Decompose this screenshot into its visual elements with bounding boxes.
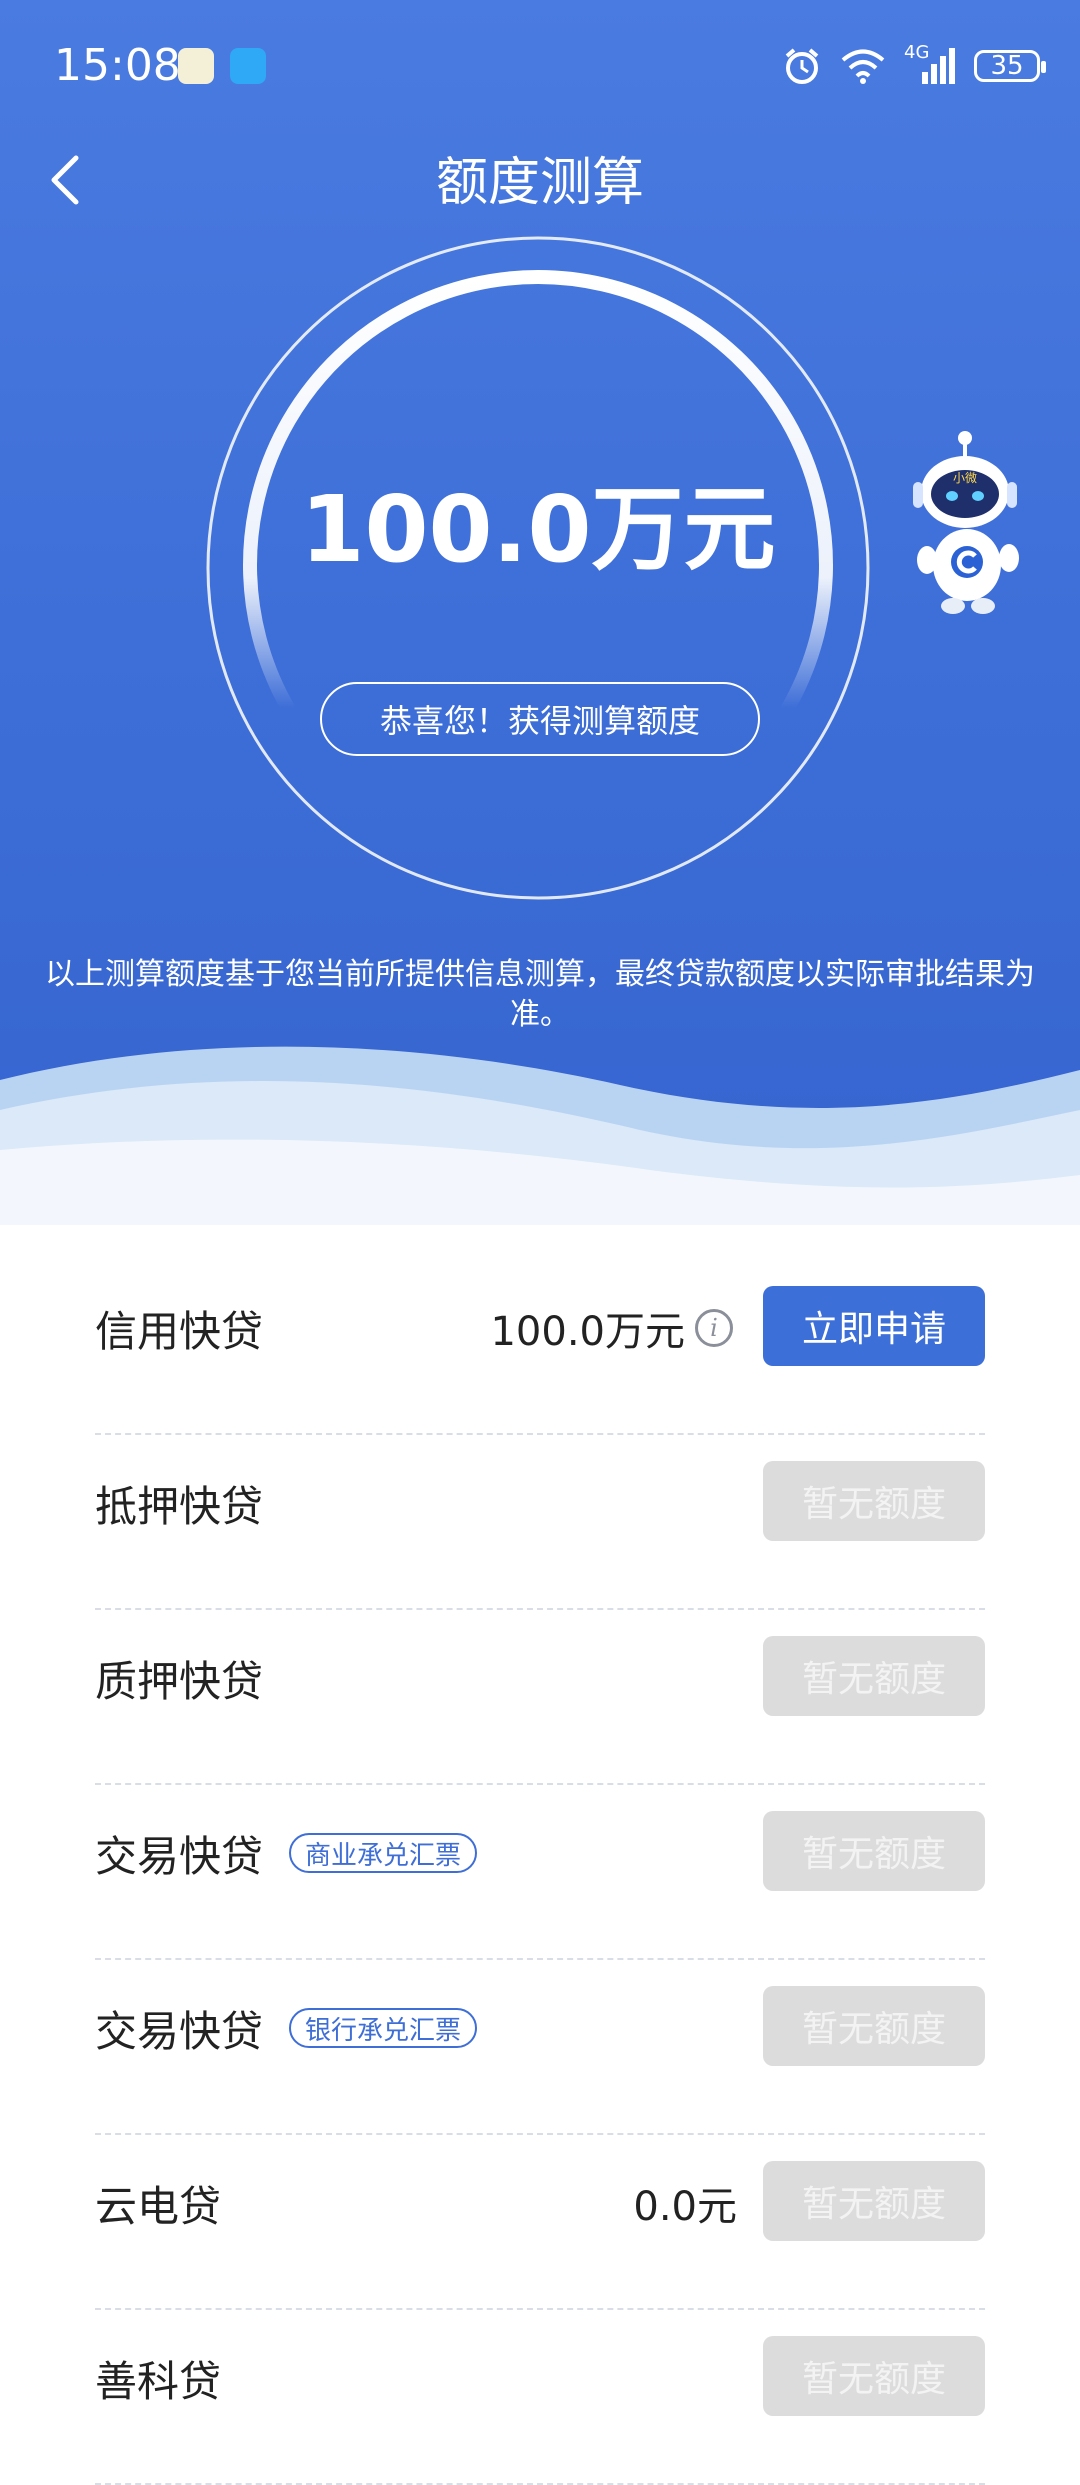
- battery-level: 35: [990, 51, 1024, 81]
- wifi-icon: [841, 49, 885, 84]
- product-name: 云电贷: [95, 2181, 222, 2231]
- congrats-badge: 恭喜您！获得测算额度: [320, 682, 760, 756]
- product-name: 质押快贷: [95, 1656, 264, 1706]
- no-quota-button: 暂无额度: [763, 2336, 985, 2416]
- page-title: 额度测算: [435, 153, 644, 213]
- quota-amount: 100.0万元: [300, 476, 776, 583]
- product-name: 信用快贷: [95, 1306, 264, 1356]
- list-item: 抵押快贷 暂无额度: [95, 1435, 985, 1610]
- list-item: 交易快贷 银行承兑汇票 暂无额度: [95, 1960, 985, 2135]
- list-item: 交易快贷 商业承兑汇票 暂无额度: [95, 1785, 985, 1960]
- alarm-icon: [785, 48, 819, 84]
- mascot-label: 小微: [953, 471, 977, 485]
- product-tag: 银行承兑汇票: [289, 2008, 478, 2048]
- no-quota-button: 暂无额度: [763, 1986, 985, 2066]
- product-name: 抵押快贷: [95, 1481, 264, 1531]
- cellular-signal-icon: 4G: [904, 42, 956, 86]
- list-item: 云电贷 0.0元 暂无额度: [95, 2135, 985, 2310]
- product-list: 信用快贷 100.0万元 i 立即申请 抵押快贷 暂无额度 质押快贷 暂无额度 交…: [95, 1260, 985, 2485]
- disclaimer-text: 以上测算额度基于您当前所提供信息测算，最终贷款额度以实际审批结果为准。: [45, 957, 1035, 1032]
- no-quota-button: 暂无额度: [763, 1811, 985, 1891]
- app-notification-icon: [178, 48, 214, 84]
- battery-indicator: 35: [974, 50, 1046, 82]
- status-time: 15:08: [54, 40, 181, 91]
- wave-decoration: [0, 1046, 1080, 1260]
- product-name: 善科贷: [95, 2356, 222, 2406]
- no-quota-button: 暂无额度: [763, 1636, 985, 1716]
- apply-button[interactable]: 立即申请: [763, 1286, 985, 1366]
- no-quota-button: 暂无额度: [763, 1461, 985, 1541]
- product-value: 0.0元: [633, 2184, 737, 2230]
- status-bar: 15:08 4G 35: [0, 0, 1080, 130]
- list-item: 善科贷 暂无额度: [95, 2310, 985, 2485]
- list-item: 质押快贷 暂无额度: [95, 1610, 985, 1785]
- product-name: 交易快贷: [95, 2006, 264, 2056]
- product-value: 100.0万元: [490, 1309, 685, 1355]
- list-item: 信用快贷 100.0万元 i 立即申请: [95, 1260, 985, 1435]
- product-name: 交易快贷: [95, 1831, 264, 1881]
- message-notification-icon: [230, 48, 266, 84]
- info-icon[interactable]: i: [695, 1309, 733, 1347]
- product-tag: 商业承兑汇票: [289, 1833, 478, 1873]
- no-quota-button: 暂无额度: [763, 2161, 985, 2241]
- robot-mascot-icon[interactable]: 小微: [905, 430, 1035, 620]
